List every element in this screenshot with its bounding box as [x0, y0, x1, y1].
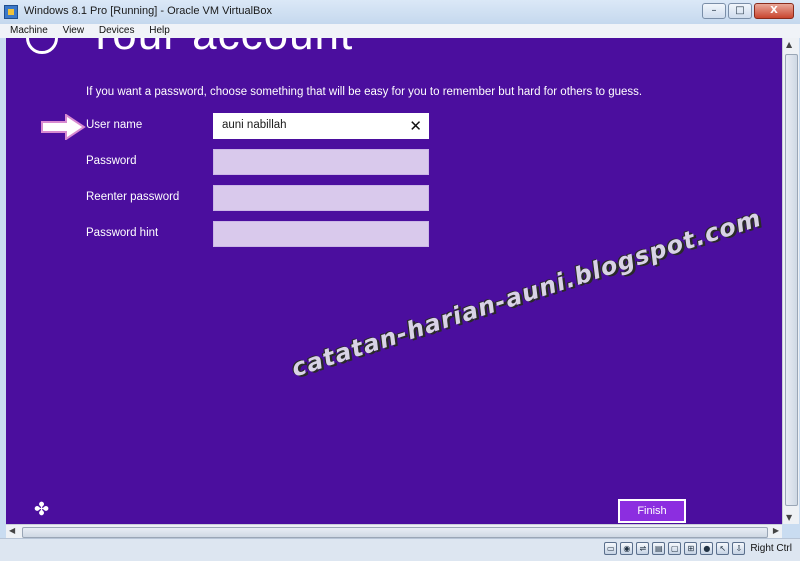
scroll-down-icon[interactable]: ▼ — [786, 513, 792, 522]
video-capture-icon[interactable]: ● — [700, 542, 714, 555]
pointer-arrow-icon — [41, 114, 86, 140]
close-button[interactable]: X — [754, 3, 794, 19]
display-icon[interactable]: ▢ — [668, 542, 682, 555]
scroll-right-icon[interactable]: ▶ — [773, 526, 779, 535]
password-hint-input[interactable] — [213, 221, 429, 247]
window-title: Windows 8.1 Pro [Running] - Oracle VM Vi… — [24, 5, 273, 17]
hard-disk-icon[interactable]: ▭ — [604, 542, 618, 555]
reenter-password-input[interactable] — [213, 185, 429, 211]
window-controls: – □ X — [702, 3, 794, 19]
scroll-up-icon[interactable]: ▲ — [786, 40, 792, 49]
password-hint-label: Password hint — [86, 227, 159, 239]
virtualbox-icon — [4, 5, 18, 19]
usb-icon[interactable]: ⇌ — [636, 542, 650, 555]
back-arrow-icon[interactable] — [26, 38, 58, 54]
password-label: Password — [86, 155, 137, 167]
menu-help[interactable]: Help — [143, 24, 176, 38]
reenter-password-label: Reenter password — [86, 191, 180, 203]
status-bar: ▭ ◉ ⇌ ▤ ▢ ⊞ ● ↖ ⇩ Right Ctrl — [0, 538, 800, 561]
menu-devices[interactable]: Devices — [93, 24, 141, 38]
mouse-integration-icon[interactable]: ↖ — [716, 542, 730, 555]
network-icon[interactable]: ⊞ — [684, 542, 698, 555]
horizontal-scrollbar[interactable]: ◀ ▶ — [6, 524, 782, 539]
host-key-label: Right Ctrl — [750, 543, 792, 554]
page-title: Your account — [86, 38, 353, 60]
vm-screen[interactable]: Your account If you want a password, cho… — [6, 38, 782, 524]
menu-machine[interactable]: Machine — [0, 24, 54, 38]
scroll-left-icon[interactable]: ◀ — [9, 526, 15, 535]
ease-of-access-icon[interactable]: ✤ — [34, 500, 54, 520]
intro-text: If you want a password, choose something… — [86, 86, 643, 98]
title-bar: Windows 8.1 Pro [Running] - Oracle VM Vi… — [0, 0, 800, 25]
vertical-scroll-thumb[interactable] — [785, 54, 798, 506]
username-input[interactable]: auni nabillah ✕ — [213, 113, 429, 139]
username-label: User name — [86, 119, 143, 131]
host-key-icon: ⇩ — [732, 542, 746, 555]
minimize-button[interactable]: – — [702, 3, 726, 19]
optical-drive-icon[interactable]: ◉ — [620, 542, 634, 555]
horizontal-scroll-thumb[interactable] — [22, 527, 768, 538]
username-value: auni nabillah — [222, 119, 287, 131]
shared-folder-icon[interactable]: ▤ — [652, 542, 666, 555]
password-input[interactable] — [213, 149, 429, 175]
clear-icon[interactable]: ✕ — [409, 117, 422, 135]
finish-button[interactable]: Finish — [618, 499, 686, 523]
maximize-button[interactable]: □ — [728, 3, 752, 19]
vertical-scrollbar[interactable]: ▲ ▼ — [782, 38, 799, 524]
status-icons: ▭ ◉ ⇌ ▤ ▢ ⊞ ● ↖ ⇩ Right Ctrl — [604, 542, 792, 555]
menu-bar: Machine View Devices Help — [0, 24, 800, 38]
menu-view[interactable]: View — [57, 24, 91, 38]
